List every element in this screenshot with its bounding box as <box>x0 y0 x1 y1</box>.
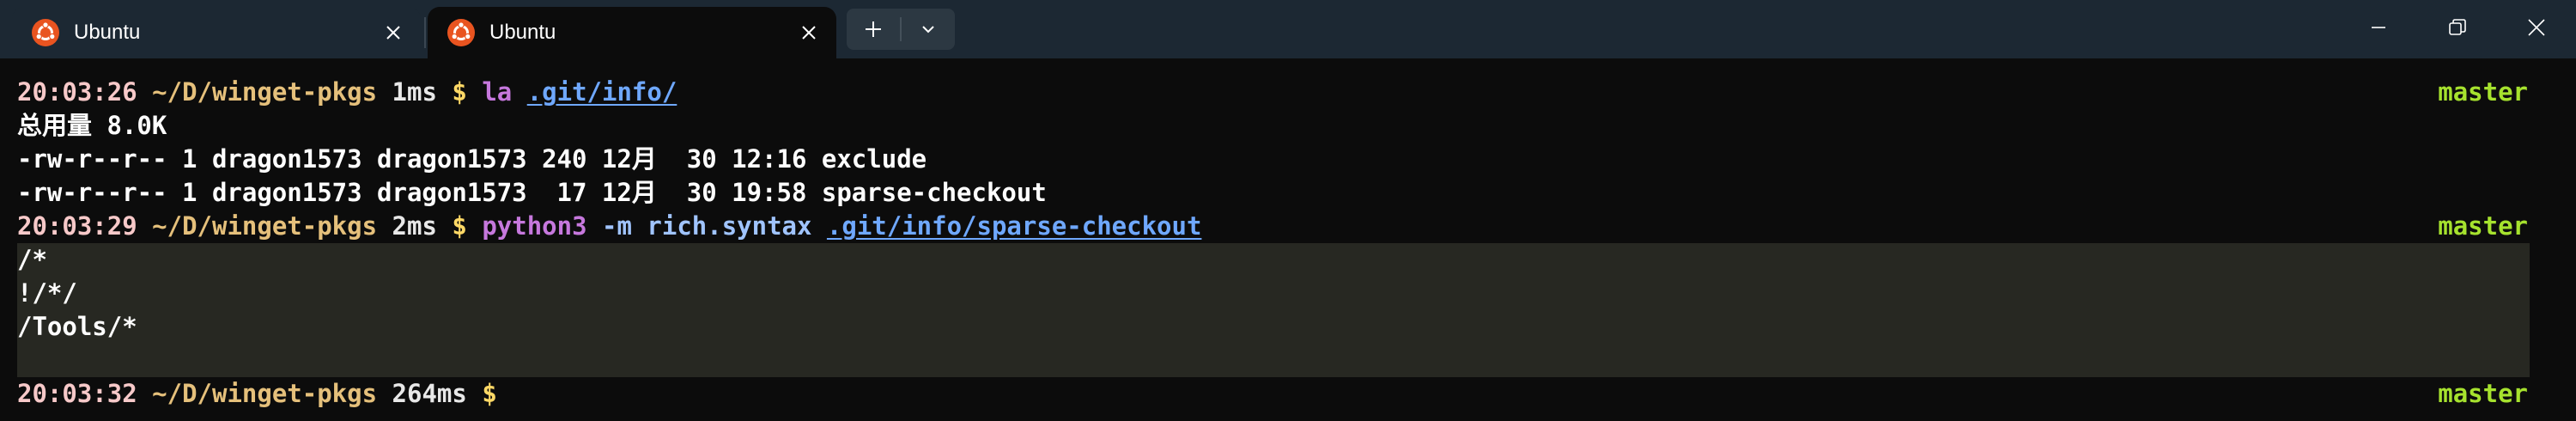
close-icon[interactable] <box>795 19 823 46</box>
prompt-symbol: $ <box>452 77 467 107</box>
prompt-path: ~/D/winget-pkgs <box>152 211 378 241</box>
window-close-icon[interactable] <box>2497 0 2576 55</box>
output-line: -rw-r--r-- 1 dragon1573 dragon1573 240 1… <box>17 144 927 174</box>
chevron-down-icon[interactable] <box>902 9 955 50</box>
prompt-path: ~/D/winget-pkgs <box>152 379 378 408</box>
ubuntu-icon <box>32 19 59 46</box>
tab-ubuntu-2[interactable]: Ubuntu <box>428 7 836 58</box>
tab-label: Ubuntu <box>74 21 141 44</box>
syntax-line: !/*/ <box>17 278 77 308</box>
close-icon[interactable] <box>380 19 407 46</box>
command-flags: -m rich.syntax <box>602 211 812 241</box>
git-branch: master <box>2438 211 2528 241</box>
prompt-time: 20:03:29 <box>17 211 137 241</box>
prompt-symbol: $ <box>482 379 497 408</box>
restore-icon[interactable] <box>2418 0 2497 55</box>
prompt-duration: 264ms <box>392 379 467 408</box>
plus-icon[interactable] <box>847 9 900 50</box>
prompt-time: 20:03:32 <box>17 379 137 408</box>
command-argument[interactable]: .git/info/ <box>527 77 677 107</box>
tab-divider <box>424 17 426 48</box>
syntax-line: /* <box>17 245 47 274</box>
title-bar: Ubuntu Ubuntu <box>0 0 2576 58</box>
tab-ubuntu-1[interactable]: Ubuntu <box>12 7 421 58</box>
prompt-line: 20:03:29 ~/D/winget-pkgs 2ms $ python3 -… <box>17 210 1201 243</box>
syntax-highlight-block <box>17 243 2530 377</box>
prompt-path: ~/D/winget-pkgs <box>152 77 378 107</box>
tab-label: Ubuntu <box>489 21 556 44</box>
minimize-icon[interactable] <box>2339 0 2418 55</box>
output-line: -rw-r--r-- 1 dragon1573 dragon1573 17 12… <box>17 178 1047 207</box>
tab-actions <box>847 9 955 50</box>
git-branch: master <box>2438 379 2528 408</box>
prompt-line: 20:03:32 ~/D/winget-pkgs 264ms $ <box>17 377 497 411</box>
terminal-output[interactable]: 20:03:26 ~/D/winget-pkgs 1ms $ la .git/i… <box>0 58 2576 421</box>
prompt-line: 20:03:26 ~/D/winget-pkgs 1ms $ la .git/i… <box>17 76 677 109</box>
ubuntu-icon <box>447 19 475 46</box>
command-name: python3 <box>482 211 587 241</box>
prompt-symbol: $ <box>452 211 467 241</box>
command-argument[interactable]: .git/info/sparse-checkout <box>827 211 1202 241</box>
prompt-duration: 2ms <box>392 211 437 241</box>
prompt-duration: 1ms <box>392 77 437 107</box>
output-line: 总用量 8.0K <box>17 111 167 140</box>
command-name: la <box>482 77 513 107</box>
terminal-window: Ubuntu Ubuntu 20:03:26 ~/D/winget-pkgs 1… <box>0 0 2576 421</box>
syntax-line: /Tools/* <box>17 312 137 341</box>
prompt-time: 20:03:26 <box>17 77 137 107</box>
git-branch: master <box>2438 77 2528 107</box>
